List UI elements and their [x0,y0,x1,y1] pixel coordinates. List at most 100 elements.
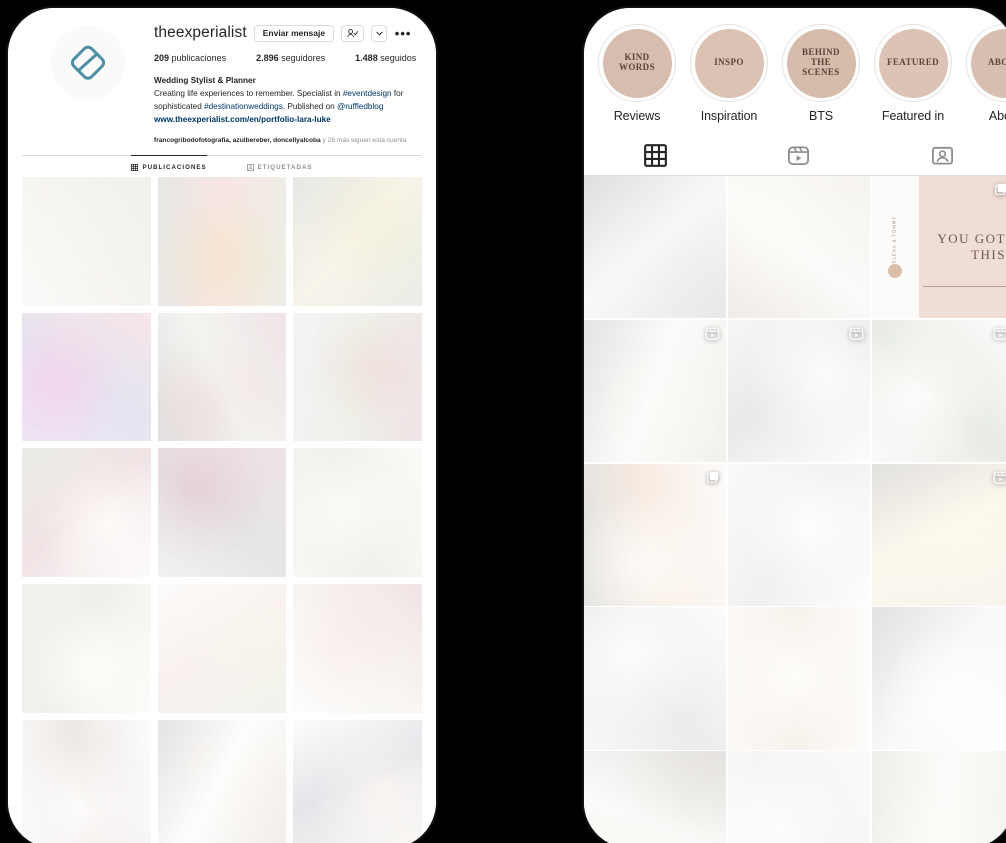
options-button[interactable]: ••• [394,25,412,42]
reels-icon [788,146,810,166]
avatar-wrapper [22,22,154,145]
profile-username: theexperialist [154,24,247,41]
post-thumbnail[interactable] [584,463,727,606]
tab-grid[interactable] [584,135,727,175]
tagged-icon [246,163,254,171]
post-thumbnail[interactable] [293,312,422,442]
tab-publicaciones[interactable]: PUBLICACIONES [131,155,207,177]
stat-following[interactable]: 1.488 seguidos [355,53,416,63]
stat-posts[interactable]: 209 publicaciones [154,53,226,63]
post-thumbnail[interactable] [157,448,287,578]
bio-hashtag-destinationweddings[interactable]: #destinationweddings [204,102,283,111]
message-button[interactable]: Enviar mensaje [253,24,335,42]
post-thumbnail[interactable] [293,584,422,713]
highlight-cover: BEHIND THE SCENES [786,28,856,98]
post-thumbnail[interactable] [584,319,727,463]
highlight-inspiration[interactable]: INSPO Inspiration [690,24,768,123]
posts-grid [8,177,436,843]
quote-card-right: YOU GOT THIS [918,176,1006,319]
bio-website-link[interactable]: www.theexperialist.com/en/portfolio-lara… [154,114,422,126]
post-thumbnail[interactable] [157,177,287,306]
post-thumbnail[interactable] [22,177,151,306]
profile-tabs: PUBLICACIONES ETIQUETADAS [22,155,422,177]
post-thumbnail[interactable] [727,607,871,750]
quote-line-1: YOU GOT [937,231,1006,247]
highlight-label: About [988,109,1006,123]
post-thumbnail[interactable] [293,448,422,578]
quote-card-seal [888,264,903,279]
stat-following-label: seguidos [380,53,417,63]
reel-badge-icon [993,326,1006,346]
post-thumbnail[interactable] [157,312,287,442]
profile-actions-row: theexperialist Enviar mensaje ••• [154,24,422,42]
post-thumbnail[interactable] [22,719,151,843]
avatar[interactable] [51,26,125,100]
stat-followers-label: seguidores [281,53,326,63]
bio-mention-ruffledblog[interactable]: @ruffledblog [337,102,383,111]
post-thumbnail[interactable] [871,463,1006,606]
bio-hashtag-eventdesign[interactable]: #eventdesign [343,89,392,98]
quote-line-2: THIS [971,247,1006,263]
post-thumbnail[interactable] [157,584,287,713]
diamond-logo-icon [70,45,106,80]
stat-followers-value: 2.896 [256,53,279,63]
post-thumbnail[interactable] [584,751,727,843]
tab-reels[interactable] [727,135,870,175]
highlight-bts[interactable]: BEHIND THE SCENES BTS [782,24,860,123]
reel-badge-icon [993,470,1006,490]
bio-display-name: Wedding Stylist & Planner [154,76,256,85]
stat-following-value: 1.488 [355,53,378,63]
followed-by-text: francogribodofotografia, azulbereber, do… [154,136,422,145]
post-thumbnail[interactable] [22,312,151,442]
highlight-label: Featured in [881,109,945,123]
right-phone-screen: KIND WORDS Reviews INSPO Inspiration BEHIND … [584,8,1006,843]
post-thumbnail[interactable] [22,584,151,713]
suggestions-button[interactable] [371,24,388,42]
post-thumbnail[interactable] [871,607,1006,750]
highlight-cover: FEATURED [878,28,948,98]
tab-etiquetadas[interactable]: ETIQUETADAS [246,155,313,177]
followed-by-names: francogribodofotografia, azulbereber, do… [154,136,321,144]
highlight-featured-in[interactable]: FEATURED Featured in [874,24,952,123]
highlight-label: Inspiration [700,109,758,123]
post-thumbnail[interactable] [727,176,871,319]
stat-posts-label: publicaciones [171,53,227,63]
highlight-ring: ABOUT [966,24,1006,102]
reel-badge-icon [849,326,864,346]
stat-followers[interactable]: 2.896 seguidores [256,53,325,63]
post-thumbnail[interactable] [22,448,151,578]
post-thumbnail[interactable] [727,463,871,606]
following-button[interactable] [341,24,365,42]
post-thumbnail[interactable] [584,176,727,319]
post-thumbnail[interactable] [584,607,727,750]
highlight-about[interactable]: ABOUT About [966,24,1006,123]
quote-card-left: ELENA & TOMMY [871,176,919,319]
profile-stats: 209 publicaciones 2.896 seguidores 1.488… [154,53,422,63]
post-thumbnail[interactable] [293,719,422,843]
post-thumbnail[interactable] [293,177,422,306]
story-highlights: KIND WORDS Reviews INSPO Inspiration BEHIND … [584,8,1006,123]
reel-badge-icon [705,326,720,346]
person-check-icon [347,28,359,37]
post-thumbnail[interactable] [727,751,871,843]
post-thumbnail[interactable] [727,319,871,463]
highlight-cover: INSPO [694,28,764,98]
highlight-cover: KIND WORDS [602,28,672,98]
screenshot-stage: theexperialist Enviar mensaje ••• 209 pu… [0,0,1006,843]
highlight-ring: KIND WORDS [598,24,676,102]
highlight-reviews[interactable]: KIND WORDS Reviews [598,24,676,123]
post-thumbnail[interactable] [157,719,287,843]
mobile-profile-tabs [584,135,1006,176]
post-thumbnail[interactable] [871,319,1006,463]
left-phone-screen: theexperialist Enviar mensaje ••• 209 pu… [8,8,436,843]
post-thumbnail[interactable] [871,751,1006,843]
post-thumbnail[interactable]: ELENA & TOMMY YOU GOT THIS [871,176,1006,319]
grid-icon [131,164,139,172]
tagged-person-icon [931,146,953,165]
tab-tagged[interactable] [871,135,1006,175]
chevron-down-icon [375,31,383,36]
profile-info: theexperialist Enviar mensaje ••• 209 pu… [154,22,422,145]
stat-posts-value: 209 [154,53,170,63]
highlight-label: Reviews [613,109,661,123]
profile-header: theexperialist Enviar mensaje ••• 209 pu… [8,8,436,145]
